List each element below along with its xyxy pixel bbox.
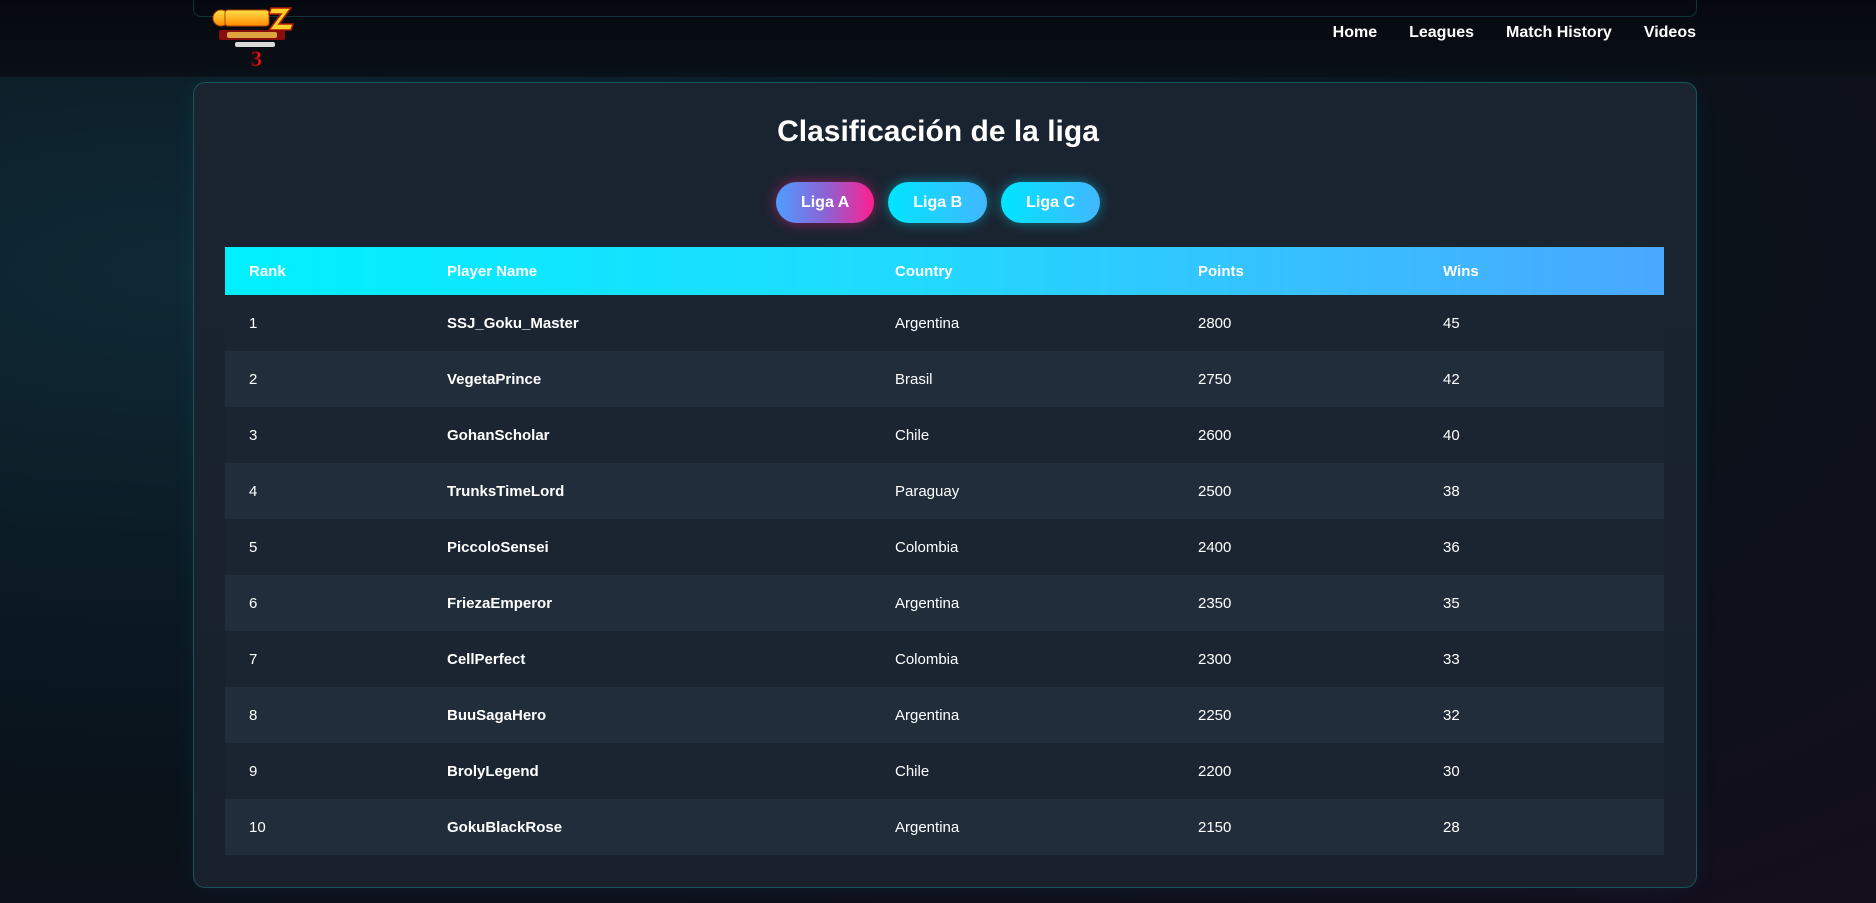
cell-wins: 30 xyxy=(1443,762,1460,780)
cell-country: Argentina xyxy=(895,314,960,332)
cell-player-name: SSJ_Goku_Master xyxy=(447,314,579,332)
table-row[interactable]: 3 GohanScholar Chile 2600 40 xyxy=(225,407,1664,463)
cell-country: Chile xyxy=(895,762,930,780)
table-row[interactable]: 5 PiccoloSensei Colombia 2400 36 xyxy=(225,519,1664,575)
cell-country: Chile xyxy=(895,426,930,444)
league-tabs: Liga A Liga B Liga C xyxy=(0,182,1876,223)
page-title: Clasificación de la liga xyxy=(777,115,1099,148)
nav-videos-link[interactable]: Videos xyxy=(1644,24,1696,42)
svg-text:3: 3 xyxy=(251,46,262,68)
tab-liga-b[interactable]: Liga B xyxy=(888,182,988,223)
cell-player-name: BuuSagaHero xyxy=(447,706,547,724)
cell-rank: 6 xyxy=(249,594,258,612)
cell-points: 2250 xyxy=(1198,706,1232,724)
table-row[interactable]: 6 FriezaEmperor Argentina 2350 35 xyxy=(225,575,1664,631)
cell-rank: 2 xyxy=(249,370,258,388)
cell-player-name: GokuBlackRose xyxy=(447,818,563,836)
cell-wins: 28 xyxy=(1443,818,1460,836)
cell-points: 2400 xyxy=(1198,538,1232,556)
cell-player-name: PiccoloSensei xyxy=(447,538,549,556)
table-row[interactable]: 2 VegetaPrince Brasil 2750 42 xyxy=(225,351,1664,407)
nav-home-link[interactable]: Home xyxy=(1333,24,1377,42)
cell-country: Brasil xyxy=(895,370,933,388)
table-row[interactable]: 10 GokuBlackRose Argentina 2150 28 xyxy=(225,799,1664,855)
cell-points: 2350 xyxy=(1198,594,1232,612)
cell-country: Colombia xyxy=(895,538,959,556)
navbar-frame xyxy=(193,0,1697,17)
table-row[interactable]: 4 TrunksTimeLord Paraguay 2500 38 xyxy=(225,463,1664,519)
column-header-wins[interactable]: Wins xyxy=(1443,263,1664,280)
cell-rank: 3 xyxy=(249,426,258,444)
column-header-player-name[interactable]: Player Name xyxy=(447,263,895,280)
table-row[interactable]: 8 BuuSagaHero Argentina 2250 32 xyxy=(225,687,1664,743)
cell-wins: 35 xyxy=(1443,594,1460,612)
cell-points: 2750 xyxy=(1198,370,1232,388)
cell-rank: 5 xyxy=(249,538,258,556)
cell-wins: 38 xyxy=(1443,482,1460,500)
table-row[interactable]: 7 CellPerfect Colombia 2300 33 xyxy=(225,631,1664,687)
cell-wins: 33 xyxy=(1443,650,1460,668)
cell-country: Argentina xyxy=(895,706,960,724)
column-header-rank[interactable]: Rank xyxy=(225,263,447,280)
cell-rank: 1 xyxy=(249,314,258,332)
cell-points: 2200 xyxy=(1198,762,1232,780)
cell-player-name: GohanScholar xyxy=(447,426,550,444)
cell-points: 2600 xyxy=(1198,426,1232,444)
cell-wins: 40 xyxy=(1443,426,1460,444)
cell-country: Paraguay xyxy=(895,482,960,500)
cell-player-name: BrolyLegend xyxy=(447,762,539,780)
cell-wins: 45 xyxy=(1443,314,1460,332)
cell-country: Colombia xyxy=(895,650,959,668)
table-row[interactable]: 1 SSJ_Goku_Master Argentina 2800 45 xyxy=(225,295,1664,351)
column-header-points[interactable]: Points xyxy=(1198,263,1443,280)
game-logo[interactable]: 3 xyxy=(205,4,297,71)
nav-match-history-link[interactable]: Match History xyxy=(1506,24,1612,42)
table-header: Rank Player Name Country Points Wins xyxy=(225,247,1664,295)
cell-points: 2800 xyxy=(1198,314,1232,332)
cell-country: Argentina xyxy=(895,818,960,836)
cell-points: 2150 xyxy=(1198,818,1232,836)
cell-points: 2500 xyxy=(1198,482,1232,500)
cell-player-name: VegetaPrince xyxy=(447,370,542,388)
standings-table: Rank Player Name Country Points Wins 1 S… xyxy=(225,247,1664,855)
cell-rank: 7 xyxy=(249,650,258,668)
tab-liga-a[interactable]: Liga A xyxy=(775,182,875,223)
tab-liga-c[interactable]: Liga C xyxy=(1001,182,1101,223)
cell-player-name: CellPerfect xyxy=(447,650,526,668)
top-navbar: 3 Home Leagues Match History Videos xyxy=(0,0,1876,77)
cell-points: 2300 xyxy=(1198,650,1232,668)
cell-rank: 9 xyxy=(249,762,258,780)
cell-player-name: TrunksTimeLord xyxy=(447,482,565,500)
cell-wins: 36 xyxy=(1443,538,1460,556)
main-nav: Home Leagues Match History Videos xyxy=(1333,24,1696,42)
table-body: 1 SSJ_Goku_Master Argentina 2800 45 2 Ve… xyxy=(225,295,1664,855)
cell-wins: 32 xyxy=(1443,706,1460,724)
cell-wins: 42 xyxy=(1443,370,1460,388)
cell-player-name: FriezaEmperor xyxy=(447,594,553,612)
dragon-ball-logo-icon: 3 xyxy=(212,7,295,71)
cell-country: Argentina xyxy=(895,594,960,612)
nav-leagues-link[interactable]: Leagues xyxy=(1409,24,1474,42)
cell-rank: 4 xyxy=(249,482,258,500)
cell-rank: 10 xyxy=(249,818,266,836)
table-row[interactable]: 9 BrolyLegend Chile 2200 30 xyxy=(225,743,1664,799)
column-header-country[interactable]: Country xyxy=(895,263,1198,280)
cell-rank: 8 xyxy=(249,706,258,724)
